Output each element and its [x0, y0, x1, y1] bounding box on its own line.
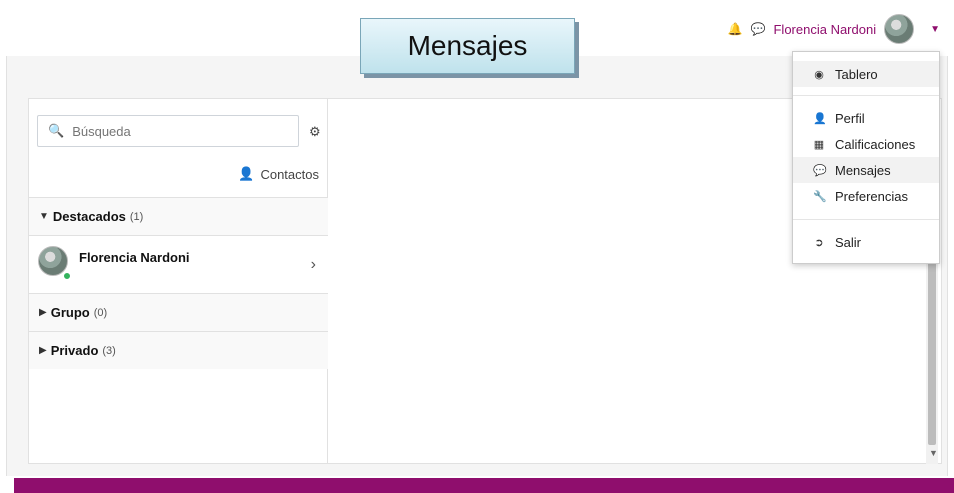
- chat-icon: 💬: [813, 164, 827, 177]
- user-icon: 👤: [813, 112, 827, 125]
- user-menu: ◉ Tablero 👤 Perfil ▦ Calificaciones 💬 Me…: [792, 51, 940, 264]
- caret-down-icon: ▼: [39, 211, 49, 222]
- table-icon: ▦: [813, 138, 825, 151]
- menu-item-mensajes[interactable]: 💬 Mensajes: [793, 157, 939, 183]
- search-box[interactable]: 🔍: [37, 115, 299, 147]
- contact-name: Florencia Nardoni: [79, 250, 190, 265]
- caret-right-icon: ▶: [39, 345, 47, 356]
- menu-item-calificaciones[interactable]: ▦ Calificaciones: [793, 131, 939, 157]
- user-name[interactable]: Florencia Nardoni: [773, 22, 876, 37]
- section-title: Privado: [50, 343, 99, 358]
- search-input[interactable]: [72, 123, 273, 139]
- section-privado[interactable]: ▶ Privado (3): [29, 331, 328, 369]
- gear-icon[interactable]: ⚙: [309, 124, 321, 140]
- section-count: (0): [93, 306, 108, 319]
- wrench-icon: 🔧: [813, 190, 827, 203]
- contacts-label: Contactos: [260, 166, 319, 182]
- footer-bar: [14, 478, 954, 493]
- page-title: Mensajes: [360, 18, 575, 74]
- menu-item-label: Preferencias: [835, 188, 908, 204]
- menu-item-label: Tablero: [835, 66, 878, 82]
- menu-item-preferencias[interactable]: 🔧 Preferencias: [793, 183, 939, 209]
- scroll-down-icon[interactable]: ▼: [929, 448, 938, 458]
- section-title: Grupo: [50, 305, 90, 320]
- section-count: (1): [129, 210, 144, 223]
- contacts-link[interactable]: 👤 Contactos: [238, 166, 319, 182]
- chat-icon[interactable]: 💬: [751, 22, 766, 36]
- menu-divider: [793, 219, 939, 220]
- conversation-list: 🔍 ⚙ 👤 Contactos ▼ Destacados (1) Florenc…: [29, 99, 328, 463]
- section-count: (3): [102, 344, 116, 357]
- menu-item-salir[interactable]: ➲ Salir: [793, 229, 939, 255]
- online-status-dot: [63, 272, 71, 280]
- section-grupo[interactable]: ▶ Grupo (0): [29, 293, 328, 331]
- caret-down-icon[interactable]: ▼: [930, 24, 940, 35]
- bell-icon[interactable]: 🔔: [728, 22, 743, 36]
- scrollbar-thumb[interactable]: [928, 240, 936, 445]
- menu-item-tablero[interactable]: ◉ Tablero: [793, 61, 939, 87]
- chevron-right-icon[interactable]: ›: [311, 256, 316, 274]
- menu-item-label: Calificaciones: [835, 136, 916, 152]
- dashboard-icon: ◉: [814, 68, 824, 81]
- search-icon: 🔍: [48, 123, 65, 138]
- avatar: [38, 246, 68, 276]
- menu-item-label: Mensajes: [835, 162, 891, 178]
- caret-right-icon: ▶: [39, 307, 47, 318]
- menu-item-perfil[interactable]: 👤 Perfil: [793, 105, 939, 131]
- user-icon: 👤: [238, 166, 255, 181]
- menu-item-label: Salir: [835, 234, 862, 250]
- section-title: Destacados: [52, 209, 126, 224]
- user-area[interactable]: 🔔 💬 Florencia Nardoni ▼: [728, 14, 940, 44]
- contact-row[interactable]: Florencia Nardoni ›: [29, 235, 328, 293]
- section-destacados[interactable]: ▼ Destacados (1): [29, 197, 328, 235]
- menu-item-label: Perfil: [835, 110, 865, 126]
- menu-divider: [793, 95, 939, 96]
- sign-out-icon: ➲: [814, 236, 824, 249]
- avatar[interactable]: [884, 14, 915, 44]
